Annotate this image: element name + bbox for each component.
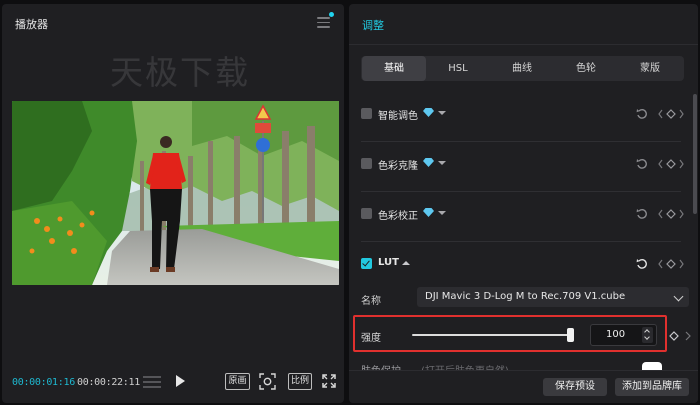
lut-name-select[interactable]: DJI Mavic 3 D-Log M to Rec.709 V1.cube [417, 287, 689, 307]
section-color-correction: 色彩校正 [349, 192, 687, 238]
strength-slider-handle[interactable] [567, 328, 574, 342]
color-correction-checkbox[interactable] [361, 208, 372, 219]
strength-input[interactable]: 100 [590, 324, 657, 346]
reset-icon[interactable] [636, 108, 648, 120]
tab-mask[interactable]: 蒙版 [618, 56, 682, 81]
chevron-up-icon[interactable] [402, 261, 410, 265]
smart-color-label: 智能调色 [378, 111, 418, 122]
save-preset-button[interactable]: 保存预设 [543, 378, 607, 396]
tab-basic[interactable]: 基础 [362, 56, 426, 81]
skin-protect-toggle[interactable] [642, 362, 662, 370]
player-panel: 播放器 天极下载 00:00:01:16 00:00:22:11 原画 比例 [2, 4, 344, 403]
player-title: 播放器 [15, 18, 48, 31]
smart-color-checkbox[interactable] [361, 108, 372, 119]
timecode-total: 00:00:22:11 [77, 377, 140, 388]
video-frame-image [12, 101, 339, 285]
strength-value: 100 [606, 329, 626, 340]
chevron-down-icon[interactable] [438, 161, 446, 165]
chevron-down-icon [673, 291, 684, 302]
divider [349, 44, 698, 45]
gem-icon [423, 208, 434, 217]
strength-stepper[interactable] [642, 327, 653, 343]
lut-label: LUT [378, 257, 399, 268]
keyframe-icon[interactable] [658, 109, 684, 119]
notification-dot [329, 12, 334, 17]
tab-hsl[interactable]: HSL [426, 56, 490, 81]
reset-icon[interactable] [636, 158, 648, 170]
adjust-panel: 调整 基础 HSL 曲线 色轮 蒙版 智能调色 色彩克隆 色彩校正 LUT 名称… [349, 4, 698, 403]
chevron-down-icon[interactable] [438, 211, 446, 215]
player-header: 播放器 [2, 4, 344, 44]
aspect-ratio-button[interactable]: 比例 [288, 373, 312, 390]
menu-icon[interactable] [317, 17, 330, 28]
player-controls: 00:00:01:16 00:00:22:11 原画 比例 [2, 368, 344, 398]
strength-slider-track[interactable] [412, 334, 570, 336]
section-lut: LUT [349, 242, 687, 288]
section-color-clone: 色彩克隆 [349, 142, 687, 188]
reset-icon[interactable] [636, 258, 648, 270]
watermark-text: 天极下载 [110, 53, 250, 92]
tab-curves[interactable]: 曲线 [490, 56, 554, 81]
fullscreen-icon[interactable] [322, 374, 336, 388]
skin-protect-label: 肤色保护 [361, 362, 401, 370]
adjust-title: 调整 [362, 19, 384, 32]
skin-protect-hint: (打开后肤色更自然) [421, 362, 509, 370]
add-to-brand-button[interactable]: 添加到品牌库 [615, 378, 689, 396]
tab-color-wheel[interactable]: 色轮 [554, 56, 618, 81]
keyframe-icon[interactable] [669, 331, 691, 341]
adjust-bottom-bar: 保存预设 添加到品牌库 [349, 370, 698, 403]
snapshot-icon[interactable] [259, 373, 276, 390]
lut-name-label: 名称 [361, 296, 381, 307]
original-quality-button[interactable]: 原画 [225, 373, 250, 390]
adjust-tabs: 基础 HSL 曲线 色轮 蒙版 [361, 56, 684, 81]
color-clone-label: 色彩克隆 [378, 161, 418, 172]
play-icon[interactable] [176, 375, 185, 387]
gem-icon [423, 108, 434, 117]
scrollbar-thumb[interactable] [693, 94, 697, 214]
chevron-down-icon[interactable] [438, 111, 446, 115]
timeline-grid-icon[interactable] [143, 376, 161, 388]
reset-icon[interactable] [636, 208, 648, 220]
video-preview[interactable] [12, 101, 339, 285]
timecode-current: 00:00:01:16 [12, 377, 75, 388]
keyframe-icon[interactable] [658, 259, 684, 269]
keyframe-icon[interactable] [658, 159, 684, 169]
color-correction-label: 色彩校正 [378, 211, 418, 222]
strength-label: 强度 [361, 333, 381, 344]
keyframe-icon[interactable] [658, 209, 684, 219]
color-clone-checkbox[interactable] [361, 158, 372, 169]
section-smart-color: 智能调色 [349, 92, 687, 138]
gem-icon [423, 158, 434, 167]
lut-name-value: DJI Mavic 3 D-Log M to Rec.709 V1.cube [425, 291, 626, 302]
lut-checkbox[interactable] [361, 258, 372, 269]
